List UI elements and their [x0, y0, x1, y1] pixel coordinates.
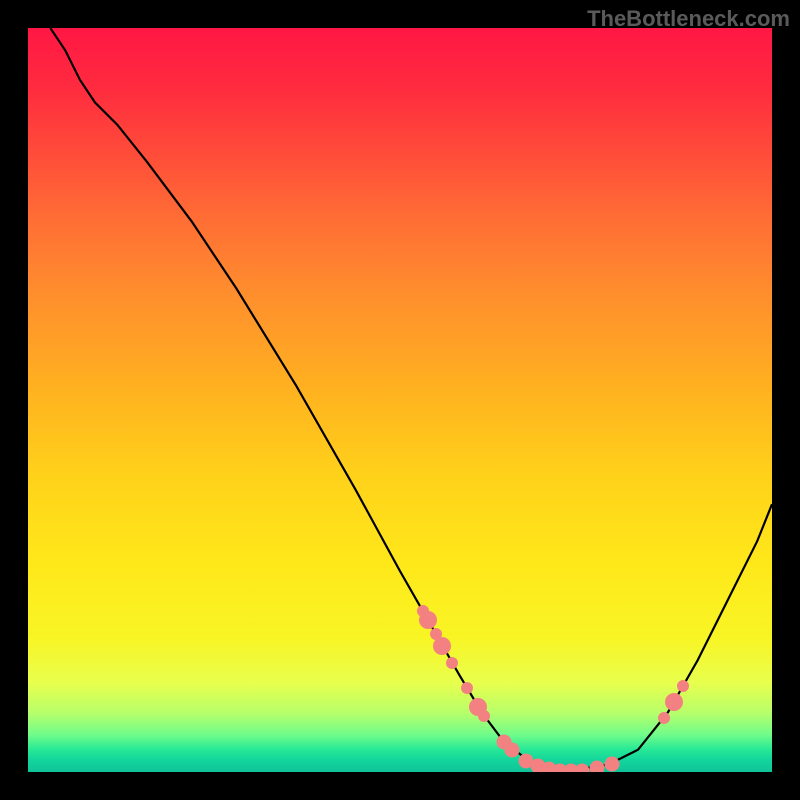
curve-marker — [461, 682, 473, 694]
curve-marker — [433, 637, 451, 655]
curve-marker — [590, 761, 605, 772]
watermark-text: TheBottleneck.com — [587, 6, 790, 32]
curve-marker — [575, 763, 590, 772]
curve-marker — [446, 657, 458, 669]
curve-marker — [605, 756, 620, 771]
curve-marker — [478, 710, 490, 722]
curve-marker — [504, 742, 519, 757]
plot-area — [28, 28, 772, 772]
curve-marker — [419, 611, 437, 629]
curve-svg — [28, 28, 772, 772]
bottleneck-curve — [50, 28, 772, 771]
curve-marker — [677, 680, 689, 692]
curve-marker — [665, 693, 683, 711]
curve-marker — [658, 712, 670, 724]
